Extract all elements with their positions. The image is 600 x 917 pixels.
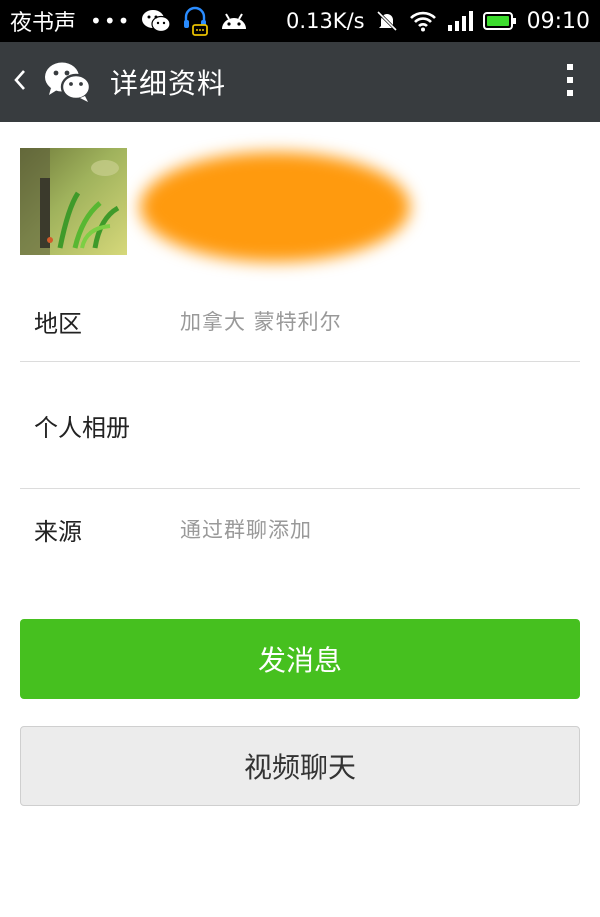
source-value: 通过群聊添加 bbox=[180, 518, 312, 542]
headset-chat-icon bbox=[181, 6, 209, 36]
more-vertical-icon bbox=[566, 63, 574, 101]
region-label: 地区 bbox=[34, 309, 82, 338]
wechat-notification-icon bbox=[141, 9, 172, 33]
region-row: 地区 加拿大 蒙特利尔 bbox=[20, 280, 580, 362]
wifi-icon bbox=[409, 10, 437, 32]
status-bar: 夜书声 ••• 0.13K/s 09:10 bbox=[0, 0, 600, 42]
more-menu-button[interactable] bbox=[540, 42, 600, 122]
source-row: 来源 通过群聊添加 bbox=[20, 489, 580, 569]
album-row[interactable]: 个人相册 bbox=[20, 362, 580, 488]
avatar[interactable] bbox=[20, 148, 127, 255]
status-bar-right: 0.13K/s 09:10 bbox=[286, 9, 590, 34]
send-message-button[interactable]: 发消息 bbox=[20, 619, 580, 699]
notification-dots: ••• bbox=[90, 9, 132, 33]
battery-icon bbox=[482, 11, 517, 31]
profile-header bbox=[0, 122, 600, 272]
signal-icon bbox=[447, 10, 473, 32]
mute-bell-icon bbox=[375, 9, 399, 33]
status-bar-left: 夜书声 ••• bbox=[10, 5, 249, 37]
android-icon bbox=[219, 9, 249, 33]
title-bar: 详细资料 bbox=[0, 42, 600, 122]
region-value: 加拿大 蒙特利尔 bbox=[180, 310, 342, 334]
network-speed: 0.13K/s bbox=[286, 9, 365, 33]
clock: 09:10 bbox=[526, 8, 590, 34]
chevron-left-icon bbox=[13, 68, 27, 96]
aquarium-avatar-image bbox=[20, 148, 127, 255]
source-label: 来源 bbox=[34, 517, 82, 546]
redacted-name bbox=[140, 152, 410, 262]
profile-detail: 地区 加拿大 蒙特利尔 个人相册 来源 通过群聊添加 发消息 视频聊天 bbox=[0, 122, 600, 806]
carrier-label: 夜书声 bbox=[10, 11, 77, 36]
back-button[interactable] bbox=[0, 42, 40, 122]
video-chat-button[interactable]: 视频聊天 bbox=[20, 726, 580, 806]
page-title: 详细资料 bbox=[110, 67, 227, 100]
album-label: 个人相册 bbox=[34, 413, 130, 442]
wechat-logo-icon bbox=[42, 56, 94, 108]
